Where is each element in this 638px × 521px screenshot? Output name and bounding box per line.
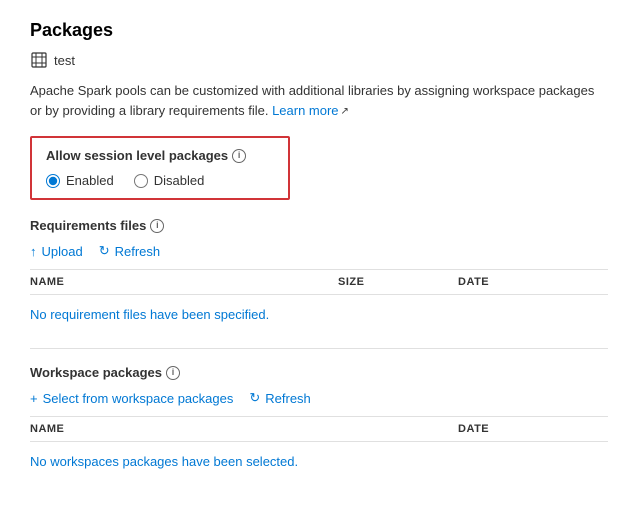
- enabled-radio[interactable]: [46, 174, 60, 188]
- workspace-table-header: NAME DATE: [30, 416, 608, 442]
- workspace-refresh-button[interactable]: ↻ Refresh: [249, 390, 310, 406]
- workspace-info-icon: i: [166, 366, 180, 380]
- workspace-packages-title: Workspace packages i: [30, 365, 608, 380]
- upload-button[interactable]: ↑ Upload: [30, 244, 83, 259]
- workspace-empty-message: No workspaces packages have been selecte…: [30, 444, 608, 479]
- section-divider: [30, 348, 608, 349]
- requirements-refresh-icon: ↻: [99, 243, 110, 259]
- workspace-refresh-icon: ↻: [249, 390, 260, 406]
- enabled-radio-option[interactable]: Enabled: [46, 173, 114, 188]
- session-level-packages-box: Allow session level packages i Enabled D…: [30, 136, 290, 200]
- disabled-radio-option[interactable]: Disabled: [134, 173, 205, 188]
- ws-col-date: DATE: [458, 423, 608, 435]
- requirements-table-header: NAME SIZE DATE: [30, 269, 608, 295]
- upload-icon: ↑: [30, 244, 37, 259]
- workspace-action-bar: + Select from workspace packages ↻ Refre…: [30, 390, 608, 406]
- session-info-icon: i: [232, 149, 246, 163]
- session-radio-group: Enabled Disabled: [46, 173, 274, 188]
- resource-label: test: [30, 51, 608, 69]
- plus-icon: +: [30, 391, 38, 406]
- resource-icon: [30, 51, 48, 69]
- requirements-action-bar: ↑ Upload ↻ Refresh: [30, 243, 608, 259]
- learn-more-link[interactable]: Learn more: [272, 103, 338, 118]
- select-workspace-packages-button[interactable]: + Select from workspace packages: [30, 391, 233, 406]
- requirements-empty-message: No requirement files have been specified…: [30, 297, 608, 332]
- resource-name: test: [54, 53, 75, 68]
- workspace-packages-section: Workspace packages i + Select from works…: [30, 365, 608, 479]
- disabled-radio[interactable]: [134, 174, 148, 188]
- ws-col-name: NAME: [30, 423, 458, 435]
- info-text: Apache Spark pools can be customized wit…: [30, 81, 608, 120]
- req-col-name: NAME: [30, 276, 338, 288]
- requirements-section: Requirements files i ↑ Upload ↻ Refresh …: [30, 218, 608, 332]
- session-title: Allow session level packages i: [46, 148, 274, 163]
- external-link-icon: ↗: [341, 104, 349, 119]
- requirements-refresh-button[interactable]: ↻ Refresh: [99, 243, 160, 259]
- requirements-info-icon: i: [150, 219, 164, 233]
- req-col-date: DATE: [458, 276, 608, 288]
- page-title: Packages: [30, 20, 608, 41]
- requirements-title: Requirements files i: [30, 218, 608, 233]
- req-col-size: SIZE: [338, 276, 458, 288]
